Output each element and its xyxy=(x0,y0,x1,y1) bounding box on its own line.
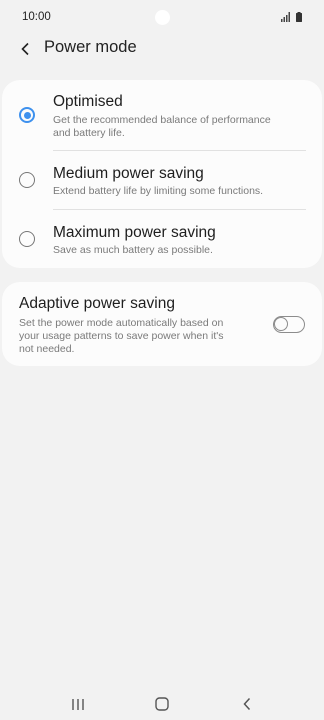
option-medium-power-saving[interactable]: Medium power saving Extend battery life … xyxy=(2,151,322,209)
app-bar: Power mode xyxy=(0,34,324,64)
status-time: 10:00 xyxy=(22,11,51,23)
option-description-line: and battery life. xyxy=(53,127,125,139)
option-title: Maximum power saving xyxy=(53,224,216,241)
recent-apps-icon xyxy=(72,698,84,710)
camera-cutout xyxy=(155,10,170,25)
option-description-line: Extend battery life by limiting some fun… xyxy=(53,185,264,197)
power-mode-card: Optimised Get the recommended balance of… xyxy=(2,80,322,268)
adaptive-description-line: not needed. xyxy=(19,343,75,355)
adaptive-power-saving-card[interactable]: Adaptive power saving Set the power mode… xyxy=(2,282,322,366)
adaptive-title: Adaptive power saving xyxy=(19,295,175,312)
adaptive-description-line: Set the power mode automatically based o… xyxy=(19,317,224,329)
adaptive-toggle[interactable] xyxy=(273,316,305,333)
nav-back-button[interactable] xyxy=(232,692,262,716)
option-title: Medium power saving xyxy=(53,165,204,182)
radio-optimised[interactable] xyxy=(19,107,35,123)
option-optimised[interactable]: Optimised Get the recommended balance of… xyxy=(2,80,322,150)
home-button[interactable] xyxy=(147,692,177,716)
status-bar: 10:00 xyxy=(0,0,324,34)
option-description: Get the recommended balance of performan… xyxy=(53,114,308,140)
adaptive-description-line: your usage patterns to save power when i… xyxy=(19,330,224,342)
battery-icon xyxy=(296,12,302,22)
back-button[interactable] xyxy=(14,37,38,61)
toggle-knob xyxy=(274,317,288,331)
adaptive-description: Set the power mode automatically based o… xyxy=(19,317,251,356)
option-title: Optimised xyxy=(53,93,123,110)
radio-medium-power-saving[interactable] xyxy=(19,172,35,188)
option-description: Save as much battery as possible. xyxy=(53,244,308,257)
option-description-line: Get the recommended balance of performan… xyxy=(53,114,271,126)
home-icon xyxy=(155,697,169,711)
radio-maximum-power-saving[interactable] xyxy=(19,231,35,247)
option-description-line: Save as much battery as possible. xyxy=(53,244,213,256)
back-arrow-icon xyxy=(21,42,29,56)
option-maximum-power-saving[interactable]: Maximum power saving Save as much batter… xyxy=(2,210,322,268)
navigation-bar xyxy=(0,690,324,720)
signal-icon xyxy=(281,12,290,22)
option-description: Extend battery life by limiting some fun… xyxy=(53,185,308,198)
nav-back-icon xyxy=(243,697,251,711)
recent-apps-button[interactable] xyxy=(63,692,93,716)
page-title: Power mode xyxy=(44,38,137,56)
